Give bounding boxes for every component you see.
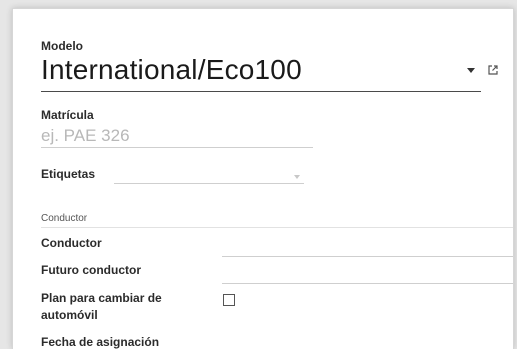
- model-value[interactable]: International/Eco100: [41, 54, 302, 86]
- future-driver-input[interactable]: [222, 265, 513, 283]
- driver-input[interactable]: [222, 238, 513, 256]
- future-driver-input-underline: [222, 283, 513, 284]
- caret-down-icon: [294, 175, 300, 179]
- external-link-icon[interactable]: [486, 63, 500, 77]
- plan-change-checkbox[interactable]: [223, 294, 235, 306]
- plate-label: Matrícula: [41, 108, 94, 122]
- driver-input-underline: [222, 256, 513, 257]
- model-field-underline: [41, 91, 481, 92]
- next-field-label: Fecha de asignación: [41, 335, 160, 349]
- tags-select[interactable]: [114, 169, 304, 184]
- plan-change-label-line2: automóvil: [41, 308, 98, 322]
- plan-change-label-line1: Plan para cambiar de: [41, 291, 162, 305]
- model-label: Modelo: [41, 39, 83, 53]
- future-driver-label: Futuro conductor: [41, 263, 141, 277]
- tags-label: Etiquetas: [41, 167, 96, 181]
- caret-down-icon[interactable]: [467, 68, 475, 73]
- driver-label: Conductor: [41, 236, 102, 250]
- section-divider: [41, 227, 513, 228]
- driver-section-title: Conductor: [41, 213, 88, 224]
- plate-input[interactable]: [41, 125, 313, 148]
- form-sheet: Modelo International/Eco100 Matrícula Et…: [12, 8, 514, 349]
